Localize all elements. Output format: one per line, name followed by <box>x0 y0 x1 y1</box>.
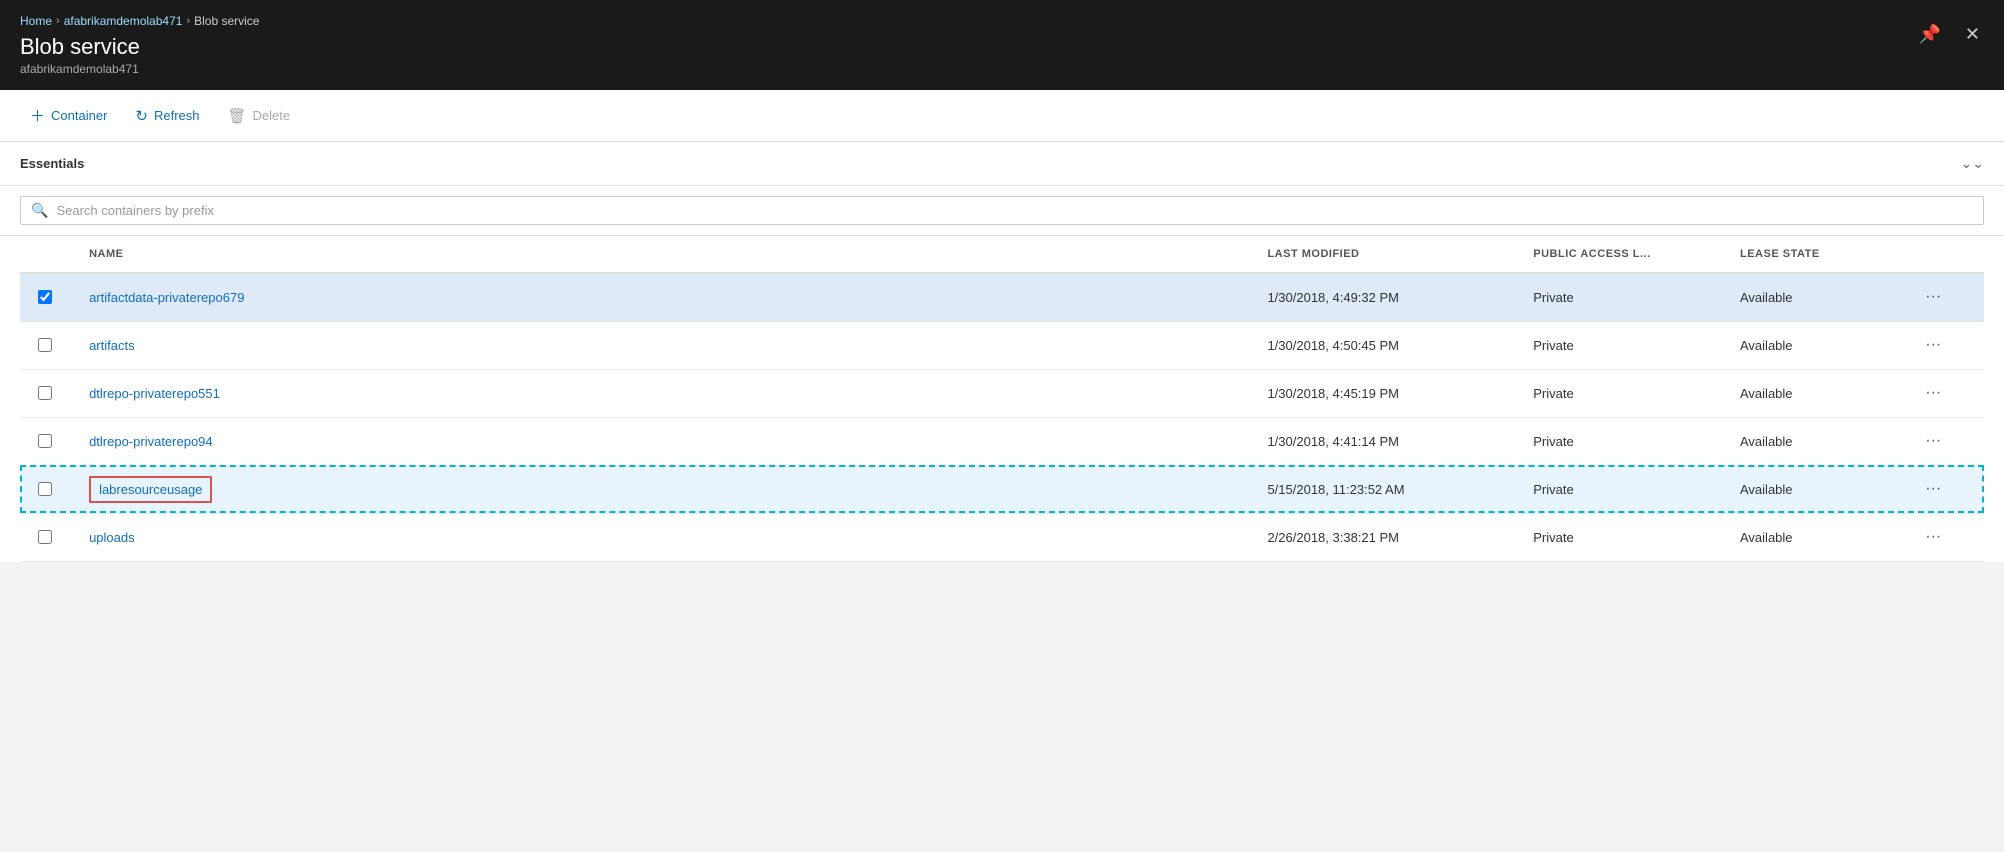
row-last-modified: 1/30/2018, 4:41:14 PM <box>1257 417 1523 465</box>
pin-button[interactable]: 📌 <box>1914 20 1944 49</box>
row-last-modified: 1/30/2018, 4:45:19 PM <box>1257 369 1523 417</box>
table-header-row: NAME LAST MODIFIED PUBLIC ACCESS L... LE… <box>20 236 1984 273</box>
container-name-link[interactable]: uploads <box>89 530 135 545</box>
row-lease-state: Available <box>1730 369 1907 417</box>
row-last-modified: 1/30/2018, 4:49:32 PM <box>1257 273 1523 321</box>
delete-icon: 🗑 <box>228 107 247 125</box>
row-name-cell: artifacts <box>79 321 1257 369</box>
essentials-bar: Essentials ⌄⌄ <box>0 142 2004 186</box>
row-checkbox[interactable] <box>38 434 52 448</box>
breadcrumb-home[interactable]: Home <box>20 14 52 28</box>
row-public-access: Private <box>1523 417 1730 465</box>
delete-label: Delete <box>253 108 291 123</box>
search-icon: 🔍 <box>31 202 48 219</box>
row-ellipsis-button[interactable]: ··· <box>1917 380 1949 406</box>
col-modified-header: LAST MODIFIED <box>1257 236 1523 273</box>
col-actions-header <box>1907 236 1984 273</box>
row-lease-state: Available <box>1730 417 1907 465</box>
row-ellipsis-button[interactable]: ··· <box>1917 476 1949 502</box>
row-actions-cell: ··· <box>1907 513 1984 561</box>
containers-table-container: NAME LAST MODIFIED PUBLIC ACCESS L... LE… <box>0 236 2004 562</box>
table-row: dtlrepo-privaterepo551 1/30/2018, 4:45:19… <box>20 369 1984 417</box>
row-checkbox-cell <box>20 273 79 321</box>
row-checkbox[interactable] <box>38 386 52 400</box>
row-checkbox-cell <box>20 417 79 465</box>
row-ellipsis-button[interactable]: ··· <box>1917 524 1949 550</box>
row-public-access: Private <box>1523 465 1730 513</box>
row-lease-state: Available <box>1730 321 1907 369</box>
row-lease-state: Available <box>1730 465 1907 513</box>
row-actions-cell: ··· <box>1907 273 1984 321</box>
close-button[interactable]: ✕ <box>1961 20 1984 49</box>
col-access-header: PUBLIC ACCESS L... <box>1523 236 1730 273</box>
row-lease-state: Available <box>1730 273 1907 321</box>
table-row: uploads 2/26/2018, 3:38:21 PMPrivateAvail… <box>20 513 1984 561</box>
col-lease-header: LEASE STATE <box>1730 236 1907 273</box>
container-name-link[interactable]: labresourceusage <box>99 482 202 497</box>
row-lease-state: Available <box>1730 513 1907 561</box>
breadcrumb-sep1: › <box>56 15 60 27</box>
refresh-label: Refresh <box>154 108 200 123</box>
row-last-modified: 1/30/2018, 4:50:45 PM <box>1257 321 1523 369</box>
col-checkbox <box>20 236 79 273</box>
row-name-cell: dtlrepo-privaterepo551 <box>79 369 1257 417</box>
row-actions-cell: ··· <box>1907 417 1984 465</box>
breadcrumb-account[interactable]: afabrikamdemolab471 <box>64 14 183 28</box>
row-ellipsis-button[interactable]: ··· <box>1917 332 1949 358</box>
row-actions-cell: ··· <box>1907 465 1984 513</box>
table-row: dtlrepo-privaterepo94 1/30/2018, 4:41:14 … <box>20 417 1984 465</box>
refresh-button[interactable]: ↻ Refresh <box>125 101 209 131</box>
breadcrumb-sep2: › <box>186 15 190 27</box>
container-name-link[interactable]: dtlrepo-privaterepo94 <box>89 434 213 449</box>
row-name-cell: dtlrepo-privaterepo94 <box>79 417 1257 465</box>
essentials-label: Essentials <box>20 156 84 171</box>
row-checkbox[interactable] <box>38 338 52 352</box>
search-input[interactable] <box>56 203 1973 218</box>
row-checkbox-cell <box>20 465 79 513</box>
search-input-wrap: 🔍 <box>20 196 1984 225</box>
row-public-access: Private <box>1523 369 1730 417</box>
row-ellipsis-button[interactable]: ··· <box>1917 428 1949 454</box>
row-ellipsis-button[interactable]: ··· <box>1917 284 1949 310</box>
row-checkbox-cell <box>20 513 79 561</box>
add-container-button[interactable]: ＋ Container <box>20 99 117 132</box>
table-row: artifacts 1/30/2018, 4:50:45 PMPrivateAva… <box>20 321 1984 369</box>
header-action-buttons: 📌 ✕ <box>1914 20 1984 49</box>
row-name-cell: uploads <box>79 513 1257 561</box>
page-title: Blob service <box>20 34 1984 60</box>
containers-table: NAME LAST MODIFIED PUBLIC ACCESS L... LE… <box>20 236 1984 562</box>
search-bar: 🔍 <box>0 186 2004 236</box>
row-checkbox-cell <box>20 321 79 369</box>
col-name-header: NAME <box>79 236 1257 273</box>
container-label: Container <box>51 108 107 123</box>
row-public-access: Private <box>1523 321 1730 369</box>
row-actions-cell: ··· <box>1907 321 1984 369</box>
row-actions-cell: ··· <box>1907 369 1984 417</box>
row-checkbox-cell <box>20 369 79 417</box>
plus-icon: ＋ <box>30 105 45 126</box>
delete-button[interactable]: 🗑 Delete <box>218 101 301 131</box>
row-last-modified: 5/15/2018, 11:23:52 AM <box>1257 465 1523 513</box>
refresh-icon: ↻ <box>135 107 148 125</box>
page-header: Home › afabrikamdemolab471 › Blob servic… <box>0 0 2004 90</box>
page-subtitle: afabrikamdemolab471 <box>20 62 1984 76</box>
container-name-link[interactable]: artifacts <box>89 338 135 353</box>
row-name-cell: artifactdata-privaterepo679 <box>79 273 1257 321</box>
essentials-collapse-button[interactable]: ⌄⌄ <box>1961 155 1984 172</box>
breadcrumb-current: Blob service <box>194 14 259 28</box>
breadcrumb: Home › afabrikamdemolab471 › Blob servic… <box>20 14 1984 28</box>
container-name-link[interactable]: artifactdata-privaterepo679 <box>89 290 244 305</box>
row-last-modified: 2/26/2018, 3:38:21 PM <box>1257 513 1523 561</box>
toolbar: ＋ Container ↻ Refresh 🗑 Delete <box>0 90 2004 142</box>
container-name-link[interactable]: dtlrepo-privaterepo551 <box>89 386 220 401</box>
row-checkbox[interactable] <box>38 290 52 304</box>
table-row: labresourceusage 5/15/2018, 11:23:52 AMPr… <box>20 465 1984 513</box>
row-public-access: Private <box>1523 513 1730 561</box>
row-checkbox[interactable] <box>38 530 52 544</box>
table-row: artifactdata-privaterepo679 1/30/2018, 4:… <box>20 273 1984 321</box>
row-public-access: Private <box>1523 273 1730 321</box>
row-name-cell: labresourceusage <box>79 465 1257 513</box>
row-checkbox[interactable] <box>38 482 52 496</box>
